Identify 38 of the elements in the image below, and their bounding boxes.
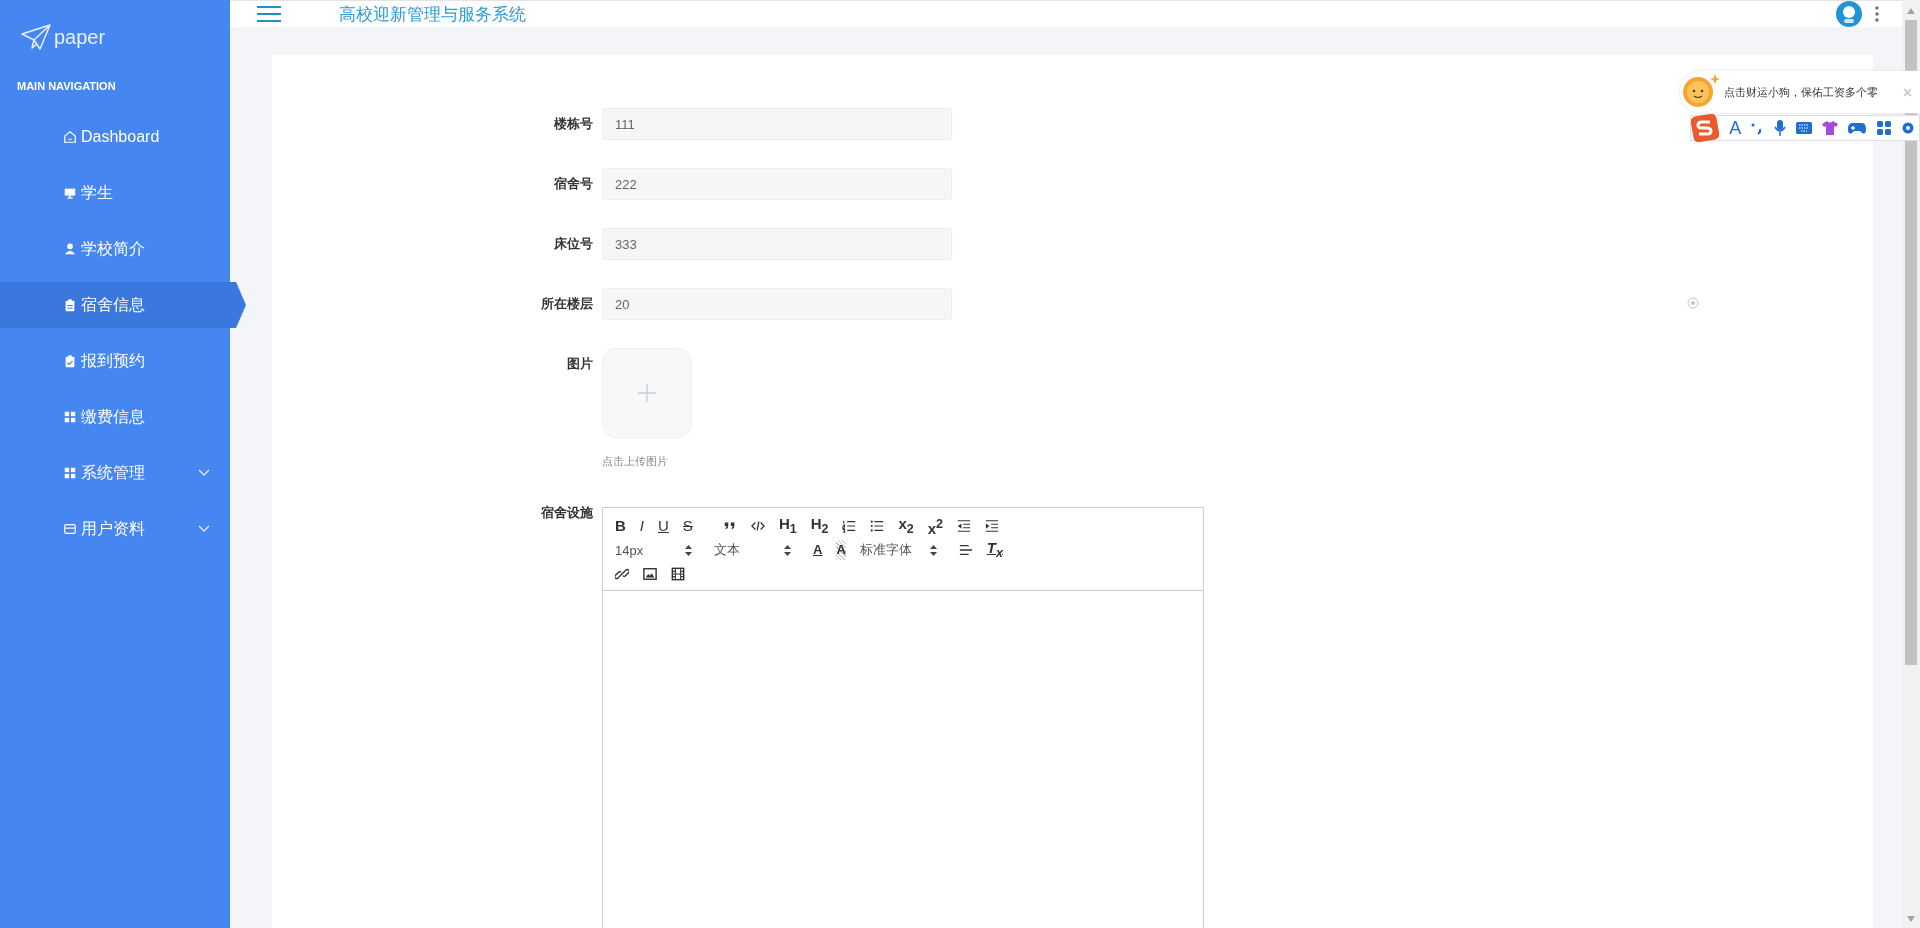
toolbar-button[interactable]: H$_{2}$ [810, 513, 829, 539]
nav-item[interactable]: 学生 [0, 170, 246, 216]
toolbar-select[interactable]: 14px [615, 542, 692, 558]
toolbar-button[interactable]: T$_{x}$ [986, 537, 1003, 563]
nav-item[interactable]: 宿舍信息 [0, 282, 246, 328]
toolbar-button[interactable]: A [836, 540, 846, 560]
toolbar-button[interactable]: U [658, 516, 669, 536]
nav-item[interactable]: 学校简介 [0, 226, 246, 272]
app-title: 高校迎新管理与服务系统 [339, 3, 526, 26]
toolbar-button[interactable]: x$^{2}$ [927, 513, 944, 539]
toolbar-button[interactable]: x$_{2}$ [898, 513, 914, 539]
input-field[interactable]: 20 [602, 288, 952, 320]
toolbar-button[interactable]: A [813, 540, 823, 560]
field-label: 宿舍设施 [540, 504, 594, 522]
nav-item[interactable]: 报到预约 [0, 338, 246, 384]
field-label: 床位号 [553, 235, 594, 253]
notification-bubble[interactable]: 点击财运小狗，保佑工资多个零 [1680, 71, 1920, 113]
field-label: 楼栋号 [552, 115, 594, 133]
toolbar-button[interactable]: S [682, 516, 693, 536]
field-label: 图片 [566, 355, 594, 373]
toolbar-button[interactable]: B [615, 516, 626, 536]
toolbar-button[interactable]: H$_{1}$ [778, 513, 797, 539]
nav-item[interactable]: 缴费信息 [0, 394, 246, 440]
input-field[interactable]: 111 [602, 108, 952, 140]
input-field[interactable]: 333 [602, 228, 952, 260]
nav-item[interactable]: 系统管理 [0, 450, 246, 496]
toolbar-select[interactable]: 标准字体 [859, 541, 937, 559]
toolbar-select[interactable]: 文本 [714, 541, 791, 559]
section-heading: MAIN NAVIGATION [16, 79, 117, 94]
nav-item[interactable]: 用户资料 [0, 506, 246, 552]
input-field[interactable]: 222 [602, 168, 952, 200]
field-label: 宿舍号 [553, 175, 594, 193]
nav-item[interactable]: Dashboard [0, 114, 246, 160]
upload-hint: 点击上传图片 [602, 454, 669, 469]
ime-mode-button[interactable]: A [1729, 117, 1742, 139]
logo-text: paper [54, 25, 106, 49]
toolbar-button[interactable]: I [639, 516, 644, 536]
field-label: 所在楼层 [540, 295, 594, 313]
